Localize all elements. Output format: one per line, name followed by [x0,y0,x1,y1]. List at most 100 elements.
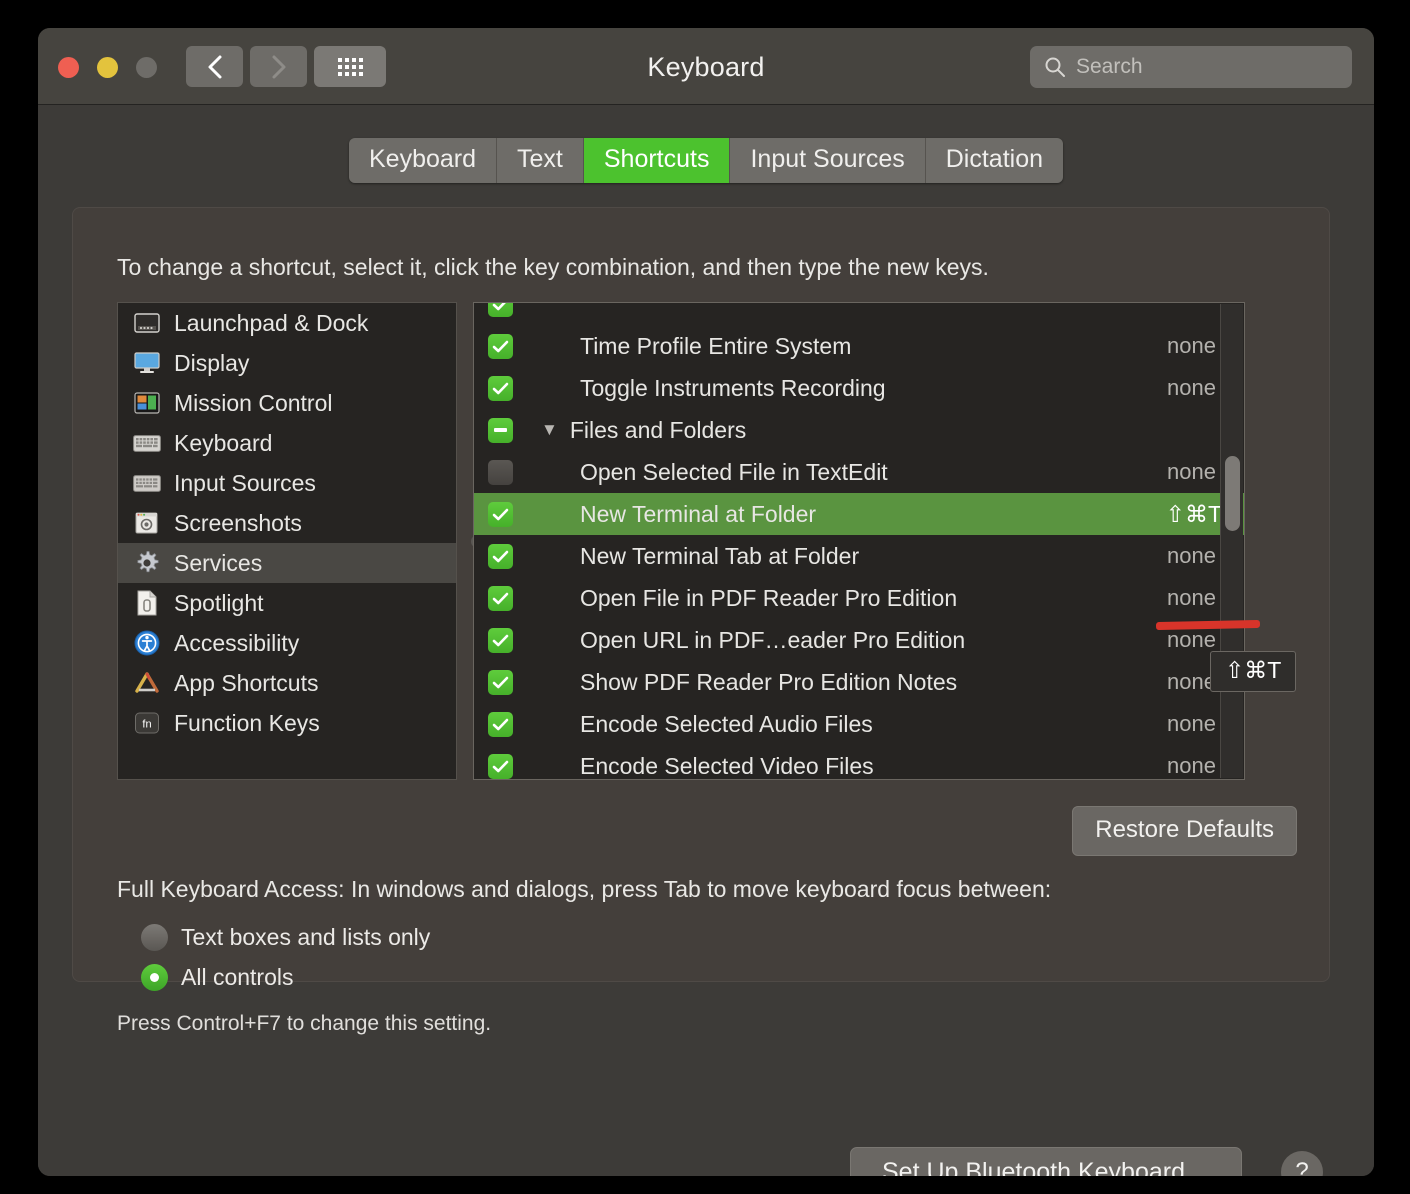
shortcuts-hint: To change a shortcut, select it, click t… [117,254,989,280]
sidebar-item-screenshots[interactable]: Screenshots [118,503,456,543]
shortcut-key[interactable]: none [1167,669,1216,695]
launchpad-dock-icon [132,310,162,336]
table-row[interactable]: Open Selected File in TextEdit none [474,451,1244,493]
table-row[interactable]: Time Profile Entire System none [474,325,1244,367]
tab-text[interactable]: Text [497,138,584,183]
sidebar-item-label: App Shortcuts [174,669,319,696]
function-keys-icon: fn [132,710,162,736]
radio-label: Text boxes and lists only [181,924,431,950]
shortcut-tooltip: ⇧⌘T [1210,651,1297,692]
sidebar-item-label: Launchpad & Dock [174,309,369,336]
accessibility-icon [132,630,162,656]
app-shortcuts-icon [132,670,162,696]
group-name: Files and Folders [569,416,747,443]
restore-defaults-button[interactable]: Restore Defaults [1072,806,1297,856]
radio-all-controls[interactable]: All controls [141,964,293,991]
shortcut-list-scrollbar[interactable] [1220,304,1243,778]
shortcut-checkbox[interactable] [488,333,513,359]
table-row[interactable]: Show PDF Reader Pro Edition Notes none [474,661,1244,703]
shortcut-checkbox[interactable] [488,753,513,779]
group-checkbox-mixed[interactable] [488,417,513,443]
table-row[interactable]: Open URL in PDF…eader Pro Edition none [474,619,1244,661]
sidebar-item-services[interactable]: Services [118,543,456,583]
shortcut-checkbox[interactable] [488,669,513,695]
table-row[interactable]: Open File in PDF Reader Pro Edition none [474,577,1244,619]
keyboard-icon [132,430,162,456]
radio-button-unselected[interactable] [141,924,168,951]
table-row[interactable]: Encode Selected Audio Files none [474,703,1244,745]
screenshots-icon [132,510,162,536]
display-icon [132,350,162,376]
table-row[interactable]: New Terminal Tab at Folder none [474,535,1244,577]
shortcut-name: New Terminal at Folder [580,500,817,527]
shortcut-key[interactable]: none [1167,543,1216,569]
shortcut-key[interactable]: none [1167,711,1216,737]
shortcut-name: Toggle Instruments Recording [580,374,886,401]
sidebar-item-label: Function Keys [174,709,320,736]
search-placeholder: Search [1076,55,1143,78]
sidebar-item-label: Keyboard [174,429,273,456]
shortcuts-panel: To change a shortcut, select it, click t… [72,207,1330,1035]
sidebar-item-input-sources[interactable]: Input Sources [118,463,456,503]
sidebar-item-app-shortcuts[interactable]: App Shortcuts [118,663,456,703]
search-field[interactable]: Search [1030,46,1352,88]
sidebar-item-label: Screenshots [174,509,302,536]
dash-icon [494,428,507,432]
table-row[interactable]: Toggle Instruments Recording none [474,367,1244,409]
full-keyboard-access-title: Full Keyboard Access: In windows and dia… [117,876,1052,902]
sidebar-item-label: Input Sources [174,469,316,496]
shortcut-checkbox[interactable] [488,375,513,401]
shortcut-key[interactable]: none [1167,459,1216,485]
shortcut-key[interactable]: none [1167,333,1216,359]
keyboard-preferences-window: Keyboard Search Keyboard Text Shortcuts … [38,28,1374,1176]
tab-keyboard[interactable]: Keyboard [348,138,498,183]
set-up-bluetooth-keyboard-button[interactable]: Set Up Bluetooth Keyboard… [850,1147,1242,1176]
window-body: Keyboard Text Shortcuts Input Sources Di… [38,105,1374,1176]
sidebar-item-label: Display [174,349,250,376]
shortcut-list[interactable]: Time Profile Entire System none Toggle I… [473,302,1245,780]
table-row[interactable] [474,303,1244,325]
shortcut-checkbox[interactable] [488,627,513,653]
shortcut-checkbox[interactable] [488,585,513,611]
sidebar-item-label: Mission Control [174,389,333,416]
shortcut-key[interactable]: none [1167,375,1216,401]
shortcut-name: Open File in PDF Reader Pro Edition [580,584,958,611]
sidebar-item-function-keys[interactable]: fn Function Keys [118,703,456,743]
shortcut-key[interactable]: none [1167,585,1216,611]
tab-input-sources[interactable]: Input Sources [730,138,926,183]
shortcut-key[interactable]: none [1167,627,1216,653]
shortcut-checkbox[interactable] [488,303,513,317]
disclosure-triangle-icon[interactable]: ▼ [541,420,558,440]
svg-text:fn: fn [142,719,151,731]
table-row-selected[interactable]: New Terminal at Folder ⇧⌘T [474,493,1244,535]
sidebar-item-accessibility[interactable]: Accessibility [118,623,456,663]
tab-bar: Keyboard Text Shortcuts Input Sources Di… [38,138,1374,183]
full-keyboard-access-note: Press Control+F7 to change this setting. [117,1012,492,1035]
radio-text-boxes-and-lists-only[interactable]: Text boxes and lists only [141,924,430,951]
sidebar-item-launchpad-dock[interactable]: Launchpad & Dock [118,303,456,343]
table-row-group-header[interactable]: ▼ Files and Folders [474,409,1244,451]
shortcut-category-list[interactable]: Launchpad & Dock Display Mission Control… [117,302,457,780]
radio-label: All controls [181,964,294,990]
help-button[interactable]: ? [1281,1151,1323,1176]
shortcut-checkbox[interactable] [488,711,513,737]
sidebar-item-keyboard[interactable]: Keyboard [118,423,456,463]
shortcut-key[interactable]: ⇧⌘T [1166,501,1222,528]
sidebar-item-mission-control[interactable]: Mission Control [118,383,456,423]
sidebar-item-spotlight[interactable]: Spotlight [118,583,456,623]
input-sources-icon [132,470,162,496]
shortcut-checkbox[interactable] [488,543,513,569]
table-row[interactable]: Encode Selected Video Files none [474,745,1244,779]
tab-dictation[interactable]: Dictation [925,138,1064,183]
shortcut-checkbox[interactable] [488,501,513,527]
shortcut-key[interactable]: none [1167,753,1216,779]
tab-shortcuts[interactable]: Shortcuts [583,138,731,183]
shortcut-checkbox[interactable] [488,459,513,485]
shortcut-name: Show PDF Reader Pro Edition Notes [580,668,958,695]
shortcut-name: Time Profile Entire System [580,332,852,359]
sidebar-item-label: Services [174,549,263,576]
sidebar-item-display[interactable]: Display [118,343,456,383]
shortcut-name: Encode Selected Audio Files [580,710,873,737]
scrollbar-thumb[interactable] [1225,456,1240,531]
radio-button-selected[interactable] [141,964,168,991]
